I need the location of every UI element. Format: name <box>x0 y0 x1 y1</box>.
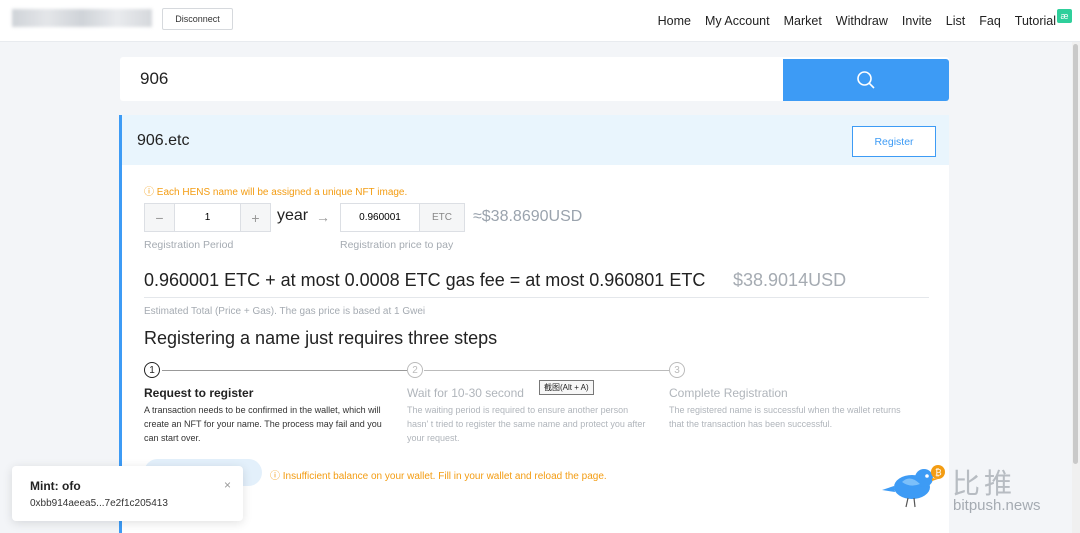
step-number-3: 3 <box>669 362 685 378</box>
step-number-1: 1 <box>144 362 160 378</box>
watermark-url: bitpush.news <box>953 497 1041 514</box>
period-stepper: − + <box>144 203 271 232</box>
search-button[interactable] <box>783 59 949 101</box>
arrow-right-icon: → <box>316 209 330 225</box>
period-input[interactable] <box>174 204 241 231</box>
step-number-2: 2 <box>407 362 423 378</box>
step-title-3: Complete Registration <box>669 386 788 400</box>
nav-market[interactable]: Market <box>784 14 822 28</box>
nav-list[interactable]: List <box>946 14 965 28</box>
step-title-1: Request to register <box>144 386 254 400</box>
nav-tutorial[interactable]: Tutorial æ <box>1015 9 1072 28</box>
toast-hash: 0xbb914aeea5...7e2f1c205413 <box>30 498 168 509</box>
tutorial-badge-icon: æ <box>1057 9 1072 23</box>
period-label: Registration Period <box>144 239 234 251</box>
nav-invite[interactable]: Invite <box>902 14 932 28</box>
mint-toast: Mint: ofo × 0xbb914aeea5...7e2f1c205413 <box>12 466 243 521</box>
price-unit: ETC <box>419 204 464 231</box>
steps-title: Registering a name just requires three s… <box>144 328 498 348</box>
step-title-2: Wait for 10-30 second <box>407 386 524 400</box>
estimated-note: Estimated Total (Price + Gas). The gas p… <box>144 306 426 317</box>
total-cost: 0.960001 ETC + at most 0.0008 ETC gas fe… <box>144 270 706 290</box>
decrement-button[interactable]: − <box>145 204 174 231</box>
step-line-1 <box>162 370 407 371</box>
total-usd: $38.9014USD <box>733 270 847 290</box>
top-bar: Disconnect Home My Account Market Withdr… <box>0 0 1080 42</box>
close-icon[interactable]: × <box>224 478 231 492</box>
year-label: year <box>277 207 309 224</box>
toast-title: Mint: ofo <box>30 479 81 493</box>
step-desc-1: A transaction needs to be confirmed in t… <box>144 405 382 443</box>
search-bar <box>120 57 949 101</box>
price-input[interactable] <box>341 204 419 231</box>
balance-warning: ⓘ Insufficient balance on your wallet. F… <box>270 471 607 482</box>
nav-tutorial-label[interactable]: Tutorial <box>1015 14 1056 28</box>
domain-name: 906.etc <box>137 132 190 149</box>
divider <box>144 297 929 298</box>
price-field: ETC <box>340 203 465 232</box>
scrollbar[interactable] <box>1072 42 1080 533</box>
svg-text:₿: ₿ <box>935 468 942 479</box>
scrollbar-thumb[interactable] <box>1073 44 1078 464</box>
screenshot-tooltip: 截图(Alt + A) <box>539 380 594 395</box>
watermark-text: 比推 <box>952 467 1017 500</box>
bird-logo-icon: ₿ <box>882 465 945 508</box>
increment-button[interactable]: + <box>241 204 270 231</box>
nav-faq[interactable]: Faq <box>979 14 1001 28</box>
nft-notice: ⓘ Each HENS name will be assigned a uniq… <box>144 187 408 198</box>
step-desc-2: The waiting period is required to ensure… <box>407 405 646 443</box>
search-icon <box>857 71 875 89</box>
blurred-logo <box>12 9 152 27</box>
nav-home[interactable]: Home <box>658 14 691 28</box>
main-nav: Home My Account Market Withdraw Invite L… <box>658 9 1072 28</box>
domain-card-header: 906.etc Register <box>122 115 949 165</box>
register-button[interactable]: Register <box>852 126 936 157</box>
price-usd: ≈$38.8690USD <box>473 208 583 225</box>
step-line-2 <box>424 370 669 371</box>
price-label: Registration price to pay <box>340 239 454 251</box>
step-desc-3: The registered name is successful when t… <box>669 405 901 429</box>
search-input[interactable] <box>120 57 783 101</box>
disconnect-button[interactable]: Disconnect <box>162 8 233 30</box>
nav-withdraw[interactable]: Withdraw <box>836 14 888 28</box>
domain-card: 906.etc Register ⓘ Each HENS name will b… <box>119 115 949 533</box>
nav-my-account[interactable]: My Account <box>705 14 770 28</box>
